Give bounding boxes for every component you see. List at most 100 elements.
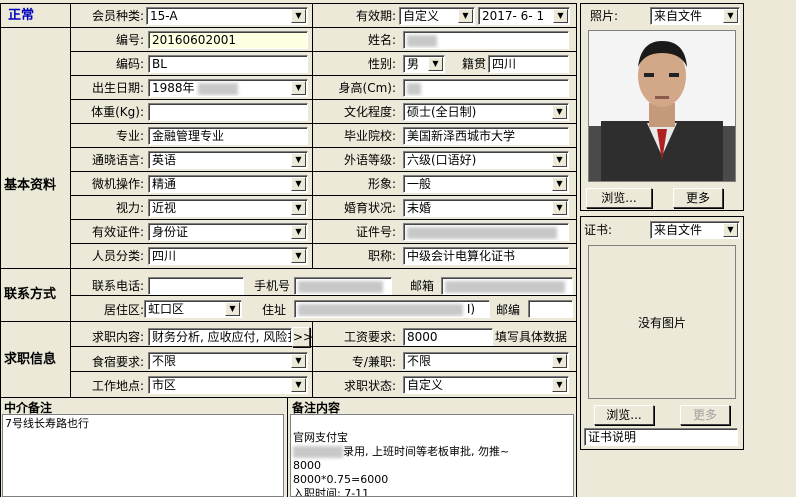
gender-select[interactable]: 男 ▼ — [403, 55, 445, 73]
name-label: 姓名: — [367, 33, 396, 47]
weight-label: 体重(Kg): — [91, 105, 144, 119]
cert-desc-input[interactable]: 证书说明 — [584, 428, 738, 446]
chevron-down-icon: ▼ — [552, 153, 567, 167]
remark-line: 8000*0.75=6000 — [293, 473, 389, 486]
cert-browse-button[interactable]: 浏览... — [594, 405, 654, 425]
jobstatus-label: 求职状态: — [343, 379, 396, 393]
chevron-down-icon: ▼ — [723, 223, 738, 237]
chevron-down-icon: ▼ — [552, 105, 567, 119]
phone-input[interactable] — [148, 277, 244, 295]
native-label: 籍贯 — [461, 57, 486, 71]
job-content-more-button[interactable]: >> — [292, 327, 313, 347]
language-select[interactable]: 英语 ▼ — [148, 151, 308, 169]
id-input[interactable]: 20160602001 — [148, 31, 308, 49]
salary-input[interactable]: 8000 — [403, 328, 493, 346]
vision-select[interactable]: 近视 ▼ — [148, 199, 308, 217]
mobile-label: 手机号 — [253, 279, 290, 293]
chevron-down-icon: ▼ — [291, 249, 306, 263]
chevron-down-icon: ▼ — [291, 81, 306, 95]
height-input[interactable] — [403, 79, 569, 97]
job-content-input[interactable]: 财务分析, 应收应付, 风险扌 — [148, 328, 292, 346]
idtype-label: 有效证件: — [91, 225, 144, 239]
cert-empty-text: 没有图片 — [637, 315, 686, 330]
idno-label: 证件号: — [355, 225, 396, 239]
section-job-title: 求职信息 — [4, 352, 57, 367]
email-input[interactable] — [441, 277, 573, 295]
district-label: 居住区: — [103, 303, 144, 317]
chevron-down-icon: ▼ — [428, 57, 443, 71]
birth-label: 出生日期: — [91, 81, 144, 95]
school-input[interactable]: 美国新泽西城市大学 — [403, 127, 569, 145]
lang-level-select[interactable]: 六级(口语好) ▼ — [403, 151, 569, 169]
phone-label: 联系电话: — [91, 279, 144, 293]
mobile-input[interactable] — [294, 277, 392, 295]
name-input[interactable] — [403, 31, 569, 49]
chevron-down-icon: ▼ — [291, 354, 306, 368]
category-label: 人员分类: — [91, 249, 144, 263]
validity-select[interactable]: 自定义 ▼ — [399, 7, 475, 25]
code-input[interactable]: BL — [148, 55, 308, 73]
weight-input[interactable] — [148, 103, 308, 121]
remark-line: 入职时间: 7-11 — [293, 487, 370, 497]
agency-note-textarea[interactable]: 7号线长寿路也行 — [2, 414, 284, 497]
birth-date-picker[interactable]: 1988年 ▼ — [148, 79, 308, 97]
lodging-label: 食宿要求: — [91, 355, 144, 369]
person-photo-icon — [589, 31, 735, 181]
chevron-down-icon: ▼ — [552, 378, 567, 392]
email-label: 邮箱 — [409, 279, 434, 293]
code-label: 编码: — [115, 57, 144, 71]
address-input[interactable]: I) — [294, 300, 490, 318]
photo-label: 照片: — [590, 9, 619, 23]
education-label: 文化程度: — [343, 105, 396, 119]
chevron-down-icon: ▼ — [552, 177, 567, 191]
jobstatus-select[interactable]: 自定义 ▼ — [403, 376, 569, 394]
appearance-select[interactable]: 一般 ▼ — [403, 175, 569, 193]
major-input[interactable]: 金融管理专业 — [148, 127, 308, 145]
idtype-select[interactable]: 身份证 ▼ — [148, 223, 308, 241]
location-select[interactable]: 市区 ▼ — [148, 376, 308, 394]
computer-select[interactable]: 精通 ▼ — [148, 175, 308, 193]
member-type-label: 会员种类: — [91, 9, 144, 23]
chevron-down-icon: ▼ — [291, 9, 306, 23]
remark-textarea[interactable]: 官网支付宝 录用, 上班时间等老板审批, 勿推~ 8000 8000*0.75=600… — [290, 414, 574, 497]
postcode-label: 邮编 — [495, 303, 520, 317]
chevron-down-icon: ▼ — [552, 354, 567, 368]
marital-select[interactable]: 未婚 ▼ — [403, 199, 569, 217]
status-label: 正常 — [8, 8, 35, 23]
member-type-select[interactable]: 15-A ▼ — [146, 7, 308, 25]
remark-line: 8000 — [293, 459, 321, 472]
chevron-down-icon: ▼ — [291, 153, 306, 167]
idno-input[interactable] — [403, 223, 569, 241]
lodging-select[interactable]: 不限 ▼ — [148, 352, 308, 370]
parttime-label: 专/兼职: — [351, 355, 396, 369]
computer-label: 微机操作: — [91, 177, 144, 191]
education-select[interactable]: 硕士(全日制) ▼ — [403, 103, 569, 121]
chevron-down-icon: ▼ — [291, 225, 306, 239]
native-input[interactable]: 四川 — [488, 55, 569, 73]
cert-image-frame: 没有图片 — [588, 245, 736, 399]
category-select[interactable]: 四川 ▼ — [148, 247, 308, 265]
chevron-down-icon: ▼ — [458, 9, 473, 23]
district-select[interactable]: 虹口区 ▼ — [144, 300, 242, 318]
address-label: 住址 — [261, 303, 286, 317]
chevron-down-icon: ▼ — [723, 9, 738, 23]
photo-source-select[interactable]: 来自文件 ▼ — [650, 7, 740, 25]
parttime-select[interactable]: 不限 ▼ — [403, 352, 569, 370]
postcode-input[interactable] — [528, 300, 573, 318]
vision-label: 视力: — [115, 201, 144, 215]
height-label: 身高(Cm): — [338, 81, 396, 95]
cert-source-select[interactable]: 来自文件 ▼ — [650, 221, 740, 239]
chevron-down-icon: ▼ — [552, 201, 567, 215]
marital-label: 婚育状况: — [343, 201, 396, 215]
photo-browse-button[interactable]: 浏览... — [586, 188, 652, 208]
lang-level-label: 外语等级: — [343, 153, 396, 167]
validity-date-picker[interactable]: 2017- 6- 1 ▼ — [478, 7, 570, 25]
cert-more-button[interactable]: 更多 — [680, 405, 730, 425]
chevron-down-icon: ▼ — [291, 378, 306, 392]
remark-line: 官网支付宝 — [293, 431, 348, 444]
remark-line: 录用, 上班时间等老板审批, 勿推~ — [293, 445, 571, 459]
title-input[interactable]: 中级会计电算化证书 — [403, 247, 569, 265]
salary-hint: 填写具体数据 — [495, 330, 568, 344]
gender-label: 性别: — [367, 57, 396, 71]
photo-more-button[interactable]: 更多 — [673, 188, 723, 208]
